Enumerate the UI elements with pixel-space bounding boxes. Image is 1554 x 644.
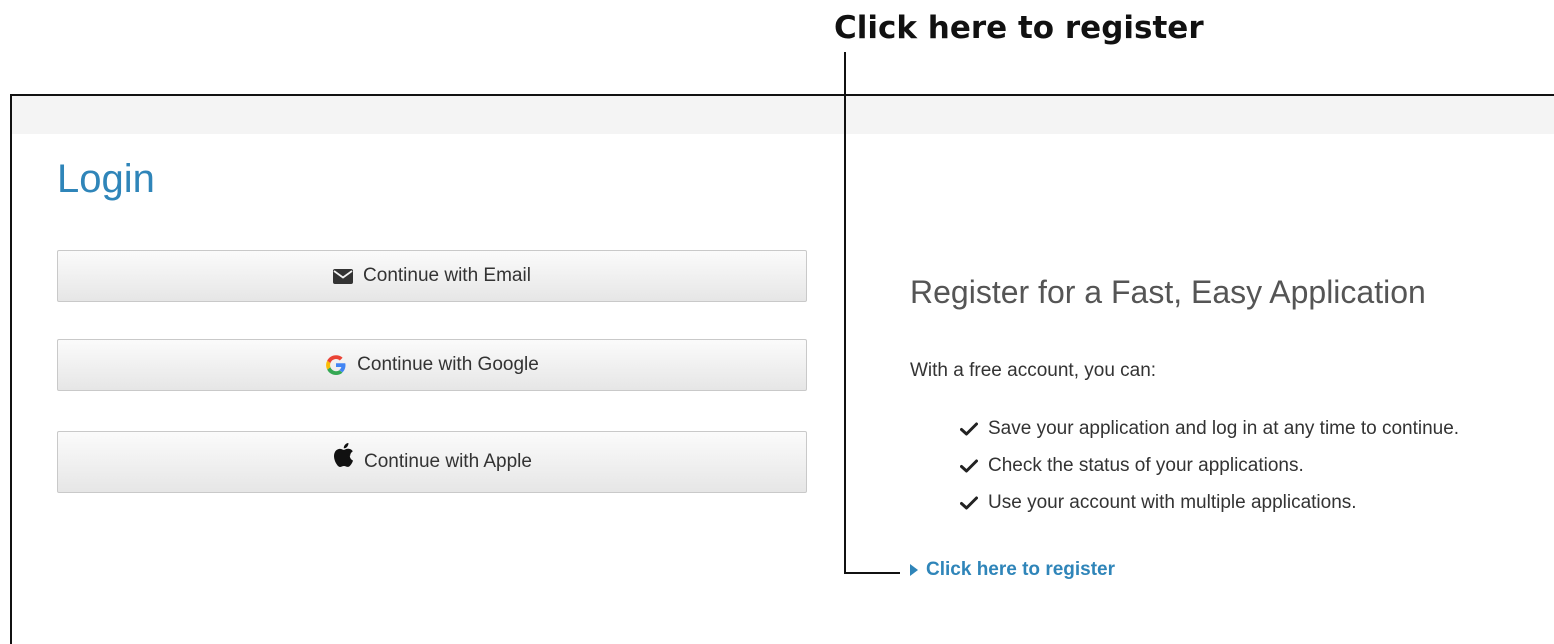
checkmark-icon [958, 496, 980, 510]
benefit-item: Check the status of your applications. [958, 447, 1459, 484]
benefit-text: Save your application and log in at any … [988, 417, 1460, 439]
login-page-frame: Login Continue with Email Continue with … [10, 94, 1554, 644]
annotation-title: Click here to register [834, 10, 1204, 46]
checkmark-icon [958, 459, 980, 473]
top-bar [12, 96, 1554, 134]
benefit-text: Use your account with multiple applicati… [988, 491, 1357, 513]
apple-icon [332, 442, 354, 468]
continue-with-apple-button[interactable]: Continue with Apple [57, 431, 807, 493]
envelope-icon [333, 268, 354, 284]
register-link[interactable]: Click here to register [910, 559, 1115, 581]
register-heading: Register for a Fast, Easy Application [910, 274, 1426, 310]
register-link-label: Click here to register [926, 559, 1116, 580]
continue-with-google-button[interactable]: Continue with Google [57, 339, 807, 391]
google-icon [325, 354, 347, 376]
continue-with-email-label: Continue with Email [363, 265, 531, 286]
benefit-list: Save your application and log in at any … [958, 410, 1459, 521]
caret-right-icon [910, 564, 918, 576]
register-intro-text: With a free account, you can: [910, 360, 1157, 381]
login-title: Login [57, 157, 155, 201]
continue-with-apple-label: Continue with Apple [364, 451, 532, 472]
continue-with-google-label: Continue with Google [357, 354, 539, 375]
checkmark-icon [958, 422, 980, 436]
continue-with-email-button[interactable]: Continue with Email [57, 250, 807, 302]
benefit-text: Check the status of your applications. [988, 454, 1304, 476]
benefit-item: Save your application and log in at any … [958, 410, 1459, 447]
benefit-item: Use your account with multiple applicati… [958, 484, 1459, 521]
